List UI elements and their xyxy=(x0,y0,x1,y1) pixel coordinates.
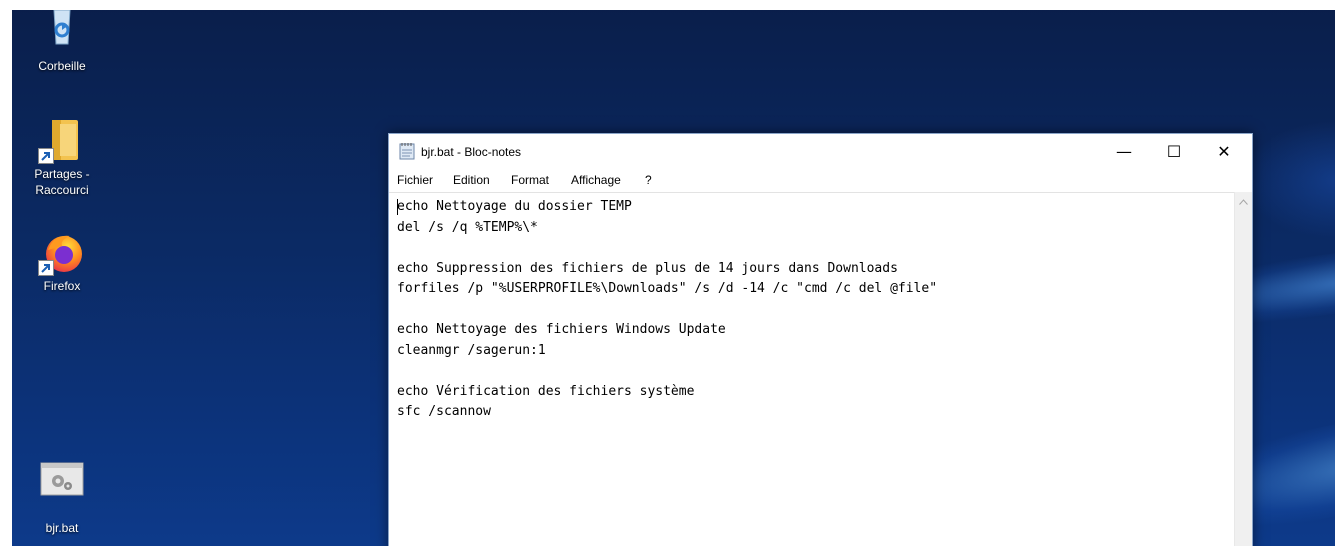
shortcut-arrow-icon xyxy=(38,148,54,164)
desktop-icon-label: bjr.bat xyxy=(45,521,79,535)
notepad-icon xyxy=(399,142,415,160)
close-button[interactable]: ✕ xyxy=(1201,134,1247,168)
desktop-icon-recycle-bin[interactable]: Corbeille xyxy=(22,9,102,74)
screen-edge xyxy=(0,0,12,546)
editor-line: echo Vérification des fichiers système xyxy=(397,383,695,399)
minimize-icon: — xyxy=(1116,141,1132,161)
desktop: Corbeille Partages - Raccourci Firefox b… xyxy=(0,0,1335,546)
editor-line: cleanmgr /sagerun:1 xyxy=(397,342,546,358)
text-editor[interactable]: echo Nettoyage du dossier TEMP del /s /q … xyxy=(389,192,1235,546)
menu-fichier[interactable]: Fichier xyxy=(397,173,433,187)
editor-line: echo Nettoyage des fichiers Windows Upda… xyxy=(397,322,726,337)
editor-line: del /s /q %TEMP%\* xyxy=(397,219,538,235)
desktop-icon-firefox[interactable]: Firefox xyxy=(22,230,102,294)
menu-format[interactable]: Format xyxy=(511,173,549,187)
scroll-up-button[interactable] xyxy=(1235,196,1252,208)
desktop-icon-label: Corbeille xyxy=(38,59,86,73)
close-icon: ✕ xyxy=(1217,141,1231,161)
menu-bar: Fichier Edition Format Affichage ? xyxy=(389,170,1252,190)
vertical-scrollbar[interactable] xyxy=(1234,192,1252,546)
text-caret xyxy=(397,199,398,215)
editor-line: echo Suppression des fichiers de plus de… xyxy=(397,260,898,276)
editor-content[interactable]: echo Nettoyage du dossier TEMP del /s /q … xyxy=(397,197,937,423)
editor-line: echo Nettoyage du dossier TEMP xyxy=(397,199,632,214)
menu-edition[interactable]: Edition xyxy=(453,173,490,187)
folder-shortcut-icon xyxy=(38,118,84,164)
minimize-button[interactable]: — xyxy=(1101,134,1147,168)
editor-line: forfiles /p "%USERPROFILE%\Downloads" /s… xyxy=(397,281,938,296)
menu-affichage[interactable]: Affichage xyxy=(571,173,621,187)
maximize-button[interactable]: ☐ xyxy=(1151,134,1197,168)
maximize-icon: ☐ xyxy=(1166,141,1182,161)
chevron-up-icon xyxy=(1239,199,1248,205)
recycle-bin-icon xyxy=(40,9,84,54)
desktop-icon-partages-shortcut[interactable]: Partages - Raccourci xyxy=(22,118,102,198)
desktop-icon-label: Firefox xyxy=(43,279,81,293)
wallpaper-glow xyxy=(1240,120,1335,240)
window-title: bjr.bat - Bloc-notes xyxy=(421,145,522,159)
notepad-window[interactable]: bjr.bat - Bloc-notes — ☐ ✕ Fichier Editi… xyxy=(388,133,1253,546)
desktop-icon-label: Partages - Raccourci xyxy=(34,167,90,197)
desktop-icon-bjr-bat[interactable]: bjr.bat xyxy=(22,462,102,536)
menu-help[interactable]: ? xyxy=(645,173,652,187)
shortcut-arrow-icon xyxy=(38,260,54,276)
screen-edge xyxy=(0,0,1335,10)
batch-file-icon xyxy=(40,462,84,506)
editor-line: sfc /scannow xyxy=(397,404,491,419)
title-bar[interactable]: bjr.bat - Bloc-notes — ☐ ✕ xyxy=(389,134,1252,170)
firefox-icon xyxy=(38,230,84,276)
